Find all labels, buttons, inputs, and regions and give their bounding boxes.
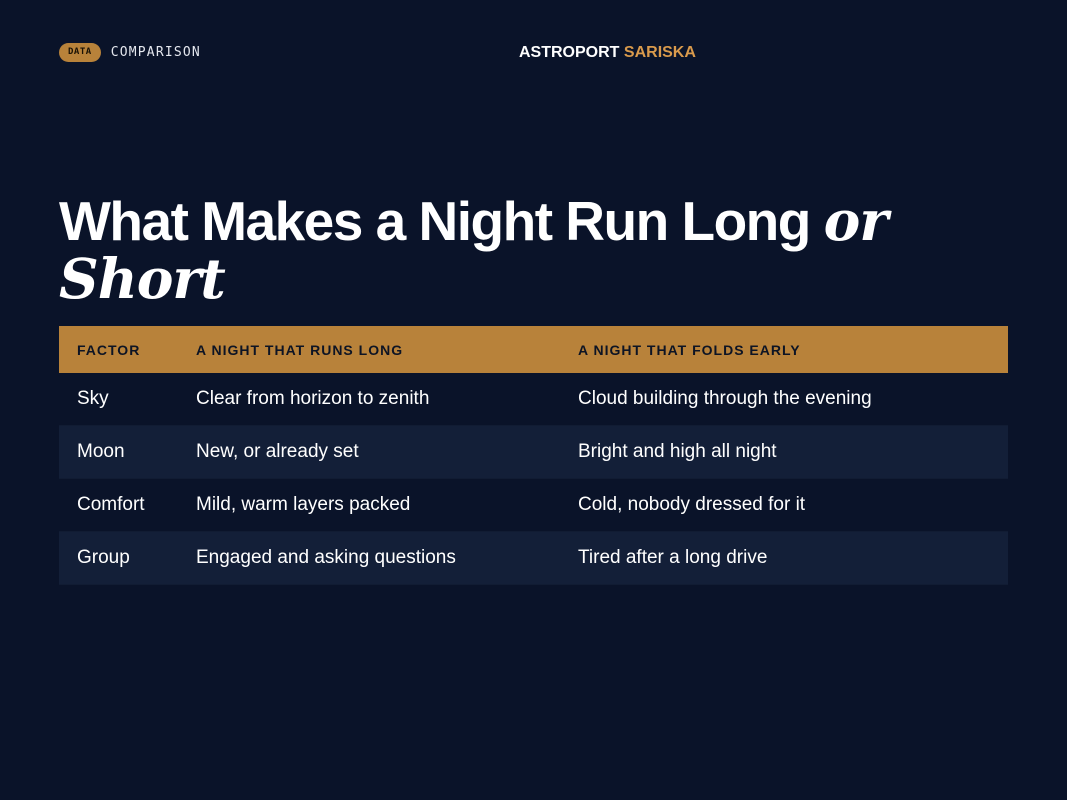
data-badge: DATA	[59, 43, 101, 62]
brand-accent: SARISKA	[623, 44, 696, 61]
long-cell: Clear from horizon to zenith	[196, 388, 430, 409]
table-row: Group Engaged and asking questions Tired…	[59, 532, 1008, 585]
long-cell: Engaged and asking questions	[196, 547, 456, 568]
factor-cell: Moon	[77, 441, 125, 462]
brand-primary: ASTROPORT	[519, 44, 620, 61]
table-row: Moon New, or already set Bright and high…	[59, 426, 1008, 479]
title-main: What Makes a Night Run Long	[59, 190, 824, 252]
early-cell: Bright and high all night	[578, 441, 777, 462]
table-row: Sky Clear from horizon to zenith Cloud b…	[59, 373, 1008, 426]
long-cell: Mild, warm layers packed	[196, 494, 411, 515]
comparison-table: FACTOR A NIGHT THAT RUNS LONG A NIGHT TH…	[59, 326, 1008, 585]
factor-cell: Sky	[77, 388, 109, 409]
brand-logo: ASTROPORT SARISKA	[519, 43, 696, 62]
page-title: What Makes a Night Run Long or Short	[59, 192, 959, 308]
factor-cell: Comfort	[77, 494, 145, 515]
early-cell: Cloud building through the evening	[578, 388, 872, 409]
column-header-early: A NIGHT THAT FOLDS EARLY	[578, 341, 801, 358]
long-cell: New, or already set	[196, 441, 359, 462]
table-header: FACTOR A NIGHT THAT RUNS LONG A NIGHT TH…	[59, 326, 1008, 373]
early-cell: Tired after a long drive	[578, 547, 768, 568]
table-row: Comfort Mild, warm layers packed Cold, n…	[59, 479, 1008, 532]
section-label: COMPARISON	[110, 45, 201, 60]
column-header-factor: FACTOR	[77, 341, 141, 358]
factor-cell: Group	[77, 547, 130, 568]
column-header-long: A NIGHT THAT RUNS LONG	[196, 341, 404, 358]
top-bar: DATA COMPARISON ASTROPORT SARISKA	[59, 43, 1008, 63]
early-cell: Cold, nobody dressed for it	[578, 494, 806, 515]
section-tag: DATA COMPARISON	[59, 43, 201, 62]
